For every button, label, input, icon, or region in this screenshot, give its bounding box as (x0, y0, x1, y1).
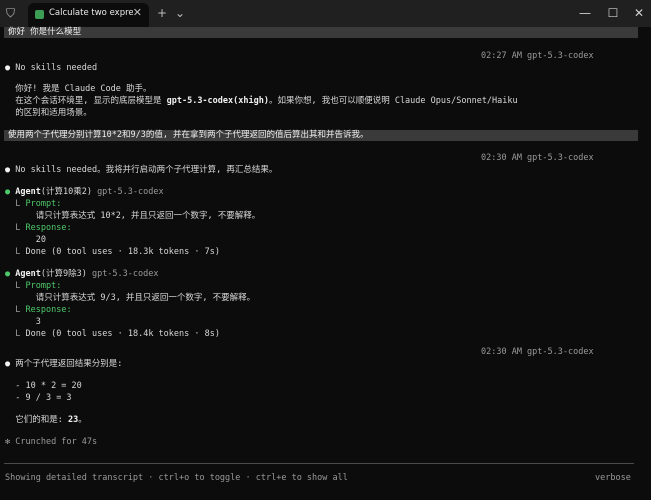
skills-line: ● No skills needed (5, 63, 97, 74)
result-item: - 9 / 3 = 3 (5, 393, 72, 404)
crunched-text: Crunched for 47s (15, 437, 98, 447)
branch-icon: L (15, 199, 21, 209)
skills-text: No skills needed (15, 63, 98, 73)
skills-line: ● No skills needed。我将并行启动两个子代理计算, 再汇总结果。 (5, 165, 277, 176)
agent-name: Agent (15, 187, 41, 197)
result-item: - 10 * 2 = 20 (5, 381, 82, 392)
agent-response-text: 20 (5, 235, 46, 246)
footer-hint: Showing detailed transcript · ctrl+o to … (5, 473, 348, 483)
agent-done: Done (0 tool uses · 18.3k tokens · 7s) (25, 247, 220, 257)
sum-label: 它们的和是: (15, 415, 68, 425)
branch-icon: L (15, 305, 21, 315)
agent-desc: (计算9除3) (40, 269, 87, 279)
agent-header[interactable]: ● Agent(计算10乘2) gpt-5.3-codex (5, 187, 164, 198)
mode-indicator: verbose (595, 473, 631, 483)
agent-header[interactable]: ● Agent(计算9除3) gpt-5.3-codex (5, 269, 158, 280)
reply-text: 在这个会话环境里, 显示的底层模型是 (15, 96, 167, 106)
scrollbar[interactable] (641, 27, 651, 500)
reply-text: 。如果你想, 我也可以顺便说明 Claude Opus/Sonnet/Haiku (268, 96, 518, 106)
agent-status-icon: ● (5, 269, 11, 279)
prompt-text: 使用两个子代理分别计算10*2和9/3的值, 并在拿到两个子代理返回的值后算出其… (8, 130, 369, 140)
reply-line: 在这个会话环境里, 显示的底层模型是 gpt-5.3-codex(xhigh)。… (5, 96, 518, 107)
title-bar: ⛉ Calculate two expressions ✕ + ⌄ — ☐ ✕ (0, 0, 651, 27)
prompt-label: Prompt: (25, 199, 62, 209)
sum-end: 。 (78, 415, 87, 425)
bullet-icon: ● (5, 359, 11, 369)
agent-done-line: L Done (0 tool uses · 18.4k tokens · 8s) (5, 329, 220, 340)
agent-name: Agent (15, 269, 41, 279)
result-text: - 9 / 3 = 3 (15, 393, 72, 403)
terminal-icon (35, 10, 44, 19)
spark-icon: ✻ (5, 437, 11, 447)
branch-icon: L (15, 223, 21, 233)
prompt-body: 请只计算表达式 9/3, 并且只返回一个数字, 不要解释。 (35, 293, 256, 303)
chevron-down-icon[interactable]: ⌄ (175, 0, 185, 27)
result-text: - 10 * 2 = 20 (15, 381, 82, 391)
response-body: 20 (35, 235, 46, 245)
crunched-line: ✻ Crunched for 47s (5, 437, 97, 448)
maximize-button[interactable]: ☐ (603, 0, 623, 27)
agent-prompt-text: 请只计算表达式 9/3, 并且只返回一个数字, 不要解释。 (5, 293, 255, 304)
minimize-button[interactable]: — (575, 0, 595, 27)
agent-response-label: L Response: (5, 223, 72, 234)
agent-prompt-label: L Prompt: (5, 281, 61, 292)
terminal-transcript[interactable]: ❯ 你好 你是什么模型 02:27 AM gpt-5.3-codex ● No … (0, 27, 651, 500)
response-label: Response: (25, 305, 72, 315)
reply-text: 的区别和适用场景。 (15, 108, 92, 118)
divider (4, 463, 634, 464)
agent-done-line: L Done (0 tool uses · 18.3k tokens · 7s) (5, 247, 220, 258)
skills-text: No skills needed。我将并行启动两个子代理计算, 再汇总结果。 (15, 165, 278, 175)
agent-done: Done (0 tool uses · 18.4k tokens · 8s) (25, 329, 220, 339)
timestamp-model: 02:30 AM gpt-5.3-codex (481, 153, 594, 163)
branch-icon: L (15, 247, 21, 257)
response-label: Response: (25, 223, 72, 233)
timestamp-model: 02:30 AM gpt-5.3-codex (481, 347, 594, 357)
result-intro: ● 两个子代理返回结果分别是: (5, 359, 122, 370)
prompt-text: 你好 你是什么模型 (8, 27, 82, 37)
result-intro-text: 两个子代理返回结果分别是: (15, 359, 123, 369)
agent-prompt-text: 请只计算表达式 10*2, 并且只返回一个数字, 不要解释。 (5, 211, 261, 222)
sum-value: 23 (68, 415, 79, 425)
prompt-body: 请只计算表达式 10*2, 并且只返回一个数字, 不要解释。 (35, 211, 261, 221)
shield-icon[interactable]: ⛉ (6, 0, 15, 27)
reply-line: 的区别和适用场景。 (5, 108, 92, 119)
timestamp-model: 02:27 AM gpt-5.3-codex (481, 51, 594, 61)
sum-line: 它们的和是: 23。 (5, 415, 87, 426)
response-body: 3 (35, 317, 41, 327)
new-tab-button[interactable]: + (157, 0, 167, 27)
bullet-icon: ● (5, 63, 11, 73)
tab-close-icon[interactable]: ✕ (133, 6, 142, 19)
prompt-label: Prompt: (25, 281, 62, 291)
agent-response-text: 3 (5, 317, 41, 328)
model-name: gpt-5.3-codex(xhigh) (166, 96, 269, 106)
user-prompt-1: ❯ 你好 你是什么模型 (4, 27, 638, 38)
bullet-icon: ● (5, 165, 11, 175)
branch-icon: L (15, 329, 21, 339)
reply-text: 你好! 我是 Claude Code 助手。 (15, 84, 152, 94)
agent-prompt-label: L Prompt: (5, 199, 61, 210)
agent-model: gpt-5.3-codex (97, 187, 164, 197)
close-window-button[interactable]: ✕ (629, 0, 649, 27)
tab-calculate-two-expressions[interactable]: Calculate two expressions ✕ (28, 3, 149, 27)
agent-model: gpt-5.3-codex (91, 269, 159, 279)
reply-line: 你好! 我是 Claude Code 助手。 (5, 84, 152, 95)
agent-desc: (计算10乘2) (40, 187, 92, 197)
agent-status-icon: ● (5, 187, 11, 197)
branch-icon: L (15, 281, 21, 291)
tab-title: Calculate two expressions (49, 8, 133, 18)
user-prompt-2: ❯ 使用两个子代理分别计算10*2和9/3的值, 并在拿到两个子代理返回的值后算… (4, 130, 638, 141)
agent-response-label: L Response: (5, 305, 72, 316)
